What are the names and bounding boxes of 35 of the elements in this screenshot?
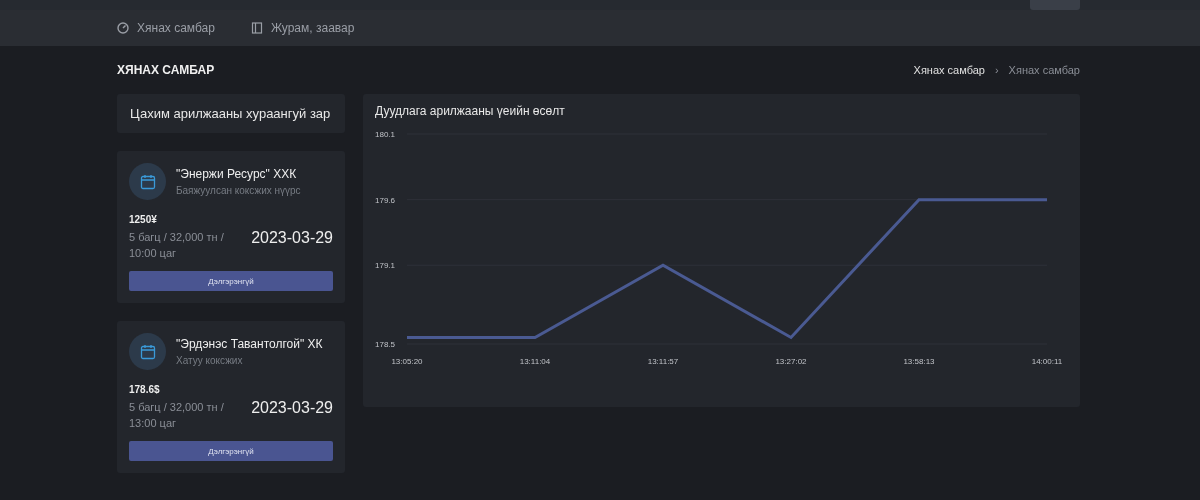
- x-axis-label: 13:11:04: [519, 357, 551, 366]
- x-axis-label: 13:11:57: [647, 357, 679, 366]
- breadcrumb-current: Хянах самбар: [1008, 64, 1080, 76]
- y-axis-label: 179.6: [375, 195, 396, 205]
- x-axis-label: 14:00:11: [1031, 357, 1063, 366]
- book-icon: [250, 22, 263, 34]
- auction-date: 2023-03-29: [251, 398, 333, 417]
- page-title: ХЯНАХ САМБАР: [117, 63, 215, 77]
- lot-details: 5 багц / 32,000 тн / 10:00 цаг: [129, 230, 225, 261]
- auction-date: 2023-03-29: [251, 228, 333, 247]
- x-axis-label: 13:05:20: [391, 357, 423, 366]
- product-name: Баяжуулсан коксжих нүүрс: [176, 185, 301, 196]
- x-axis-label: 13:27:02: [775, 357, 807, 366]
- lot-details: 5 багц / 32,000 тн / 13:00 цаг: [129, 400, 225, 431]
- product-name: Хатуу коксжих: [176, 355, 244, 366]
- price-text: 178.6$: [129, 384, 161, 395]
- calendar-icon: [139, 343, 156, 360]
- company-name: "Эрдэнэс Тавантолгой" ХК: [176, 337, 323, 351]
- price-text: 1250¥: [129, 214, 158, 225]
- company-name: "Энержи Ресурс" ХХК: [176, 167, 298, 181]
- details-button[interactable]: Дэлгэрэнгүй: [129, 441, 333, 461]
- y-axis-label: 178.5: [375, 340, 396, 349]
- nav-link[interactable]: Хянах самбар: [117, 21, 215, 35]
- calendar-icon: [139, 173, 156, 190]
- y-axis-label: 179.1: [375, 261, 396, 271]
- breadcrumb-link[interactable]: Хянах самбар: [913, 64, 985, 76]
- header-button[interactable]: [1030, 0, 1080, 10]
- breadcrumb-separator: ›: [994, 64, 999, 76]
- gauge-icon: [117, 22, 129, 34]
- summary-title: Цахим арилжааны хураангуй зар: [117, 94, 345, 133]
- details-button[interactable]: Дэлгэрэнгүй: [129, 271, 333, 291]
- x-axis-label: 13:58:13: [903, 357, 935, 366]
- y-axis-label: 180.1: [375, 130, 396, 139]
- chart-title: Дуудлага арилжааны үеийн өсөлт: [375, 104, 566, 118]
- nav-link[interactable]: Журам, заавар: [250, 21, 355, 35]
